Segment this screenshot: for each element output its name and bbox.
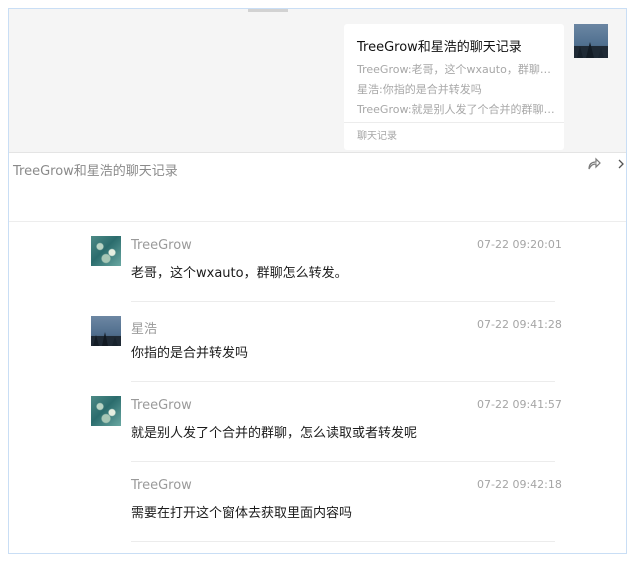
avatar[interactable] xyxy=(91,236,121,266)
sender-name: TreeGrow xyxy=(131,398,192,413)
list-item: TreeGrow 07-22 09:20:01 老哥，这个wxauto，群聊怎么… xyxy=(9,222,626,302)
sender-name: TreeGrow xyxy=(131,478,192,493)
merged-chat-card[interactable]: TreeGrow和星浩的聊天记录 TreeGrow:老哥，这个wxauto，群聊… xyxy=(344,24,564,150)
merged-card-divider xyxy=(344,122,564,123)
share-icon[interactable] xyxy=(586,156,602,172)
list-item: TreeGrow 07-22 09:41:57 就是别人发了个合并的群聊，怎么读… xyxy=(9,382,626,462)
message-text: 需要在打开这个窗体去获取里面内容吗 xyxy=(131,506,353,521)
merged-card-line: 星浩:你指的是合并转发吗 xyxy=(357,83,482,96)
merged-card-line: TreeGrow:老哥，这个wxauto，群聊怎么转发。 xyxy=(357,63,555,76)
avatar-image xyxy=(91,332,121,346)
chat-record-window: TreeGrow和星浩的聊天记录 TreeGrow:老哥，这个wxauto，群聊… xyxy=(8,8,627,554)
avatar-image xyxy=(574,42,608,58)
message-text: 你指的是合并转发吗 xyxy=(131,346,249,361)
sender-name: TreeGrow xyxy=(131,238,192,253)
record-header: TreeGrow和星浩的聊天记录 xyxy=(9,153,626,222)
merged-card-footer: 聊天记录 xyxy=(357,131,397,142)
chevron-right-icon[interactable] xyxy=(616,156,626,172)
avatar[interactable] xyxy=(91,396,121,426)
record-title: TreeGrow和星浩的聊天记录 xyxy=(13,164,178,179)
avatar[interactable] xyxy=(91,316,121,346)
scroll-grip[interactable] xyxy=(248,9,288,12)
message-time: 07-22 09:41:28 xyxy=(477,318,562,331)
message-time: 07-22 09:41:57 xyxy=(477,398,562,411)
message-divider xyxy=(131,541,555,542)
message-text: 就是别人发了个合并的群聊，怎么读取或者转发呢 xyxy=(131,426,418,441)
sender-name: 星浩 xyxy=(131,322,158,337)
message-text: 老哥，这个wxauto，群聊怎么转发。 xyxy=(131,266,348,281)
chat-background: TreeGrow和星浩的聊天记录 TreeGrow:老哥，这个wxauto，群聊… xyxy=(9,9,626,153)
message-time: 07-22 09:42:18 xyxy=(477,478,562,491)
message-time: 07-22 09:20:01 xyxy=(477,238,562,251)
avatar[interactable] xyxy=(574,24,608,58)
merged-card-title: TreeGrow和星浩的聊天记录 xyxy=(357,40,522,55)
merged-card-line: TreeGrow:就是别人发了个合并的群聊，怎么读取或者转发呢 xyxy=(357,103,555,116)
list-item: 星浩 07-22 09:41:28 你指的是合并转发吗 xyxy=(9,302,626,382)
list-item: TreeGrow 07-22 09:42:18 需要在打开这个窗体去获取里面内容… xyxy=(9,462,626,542)
